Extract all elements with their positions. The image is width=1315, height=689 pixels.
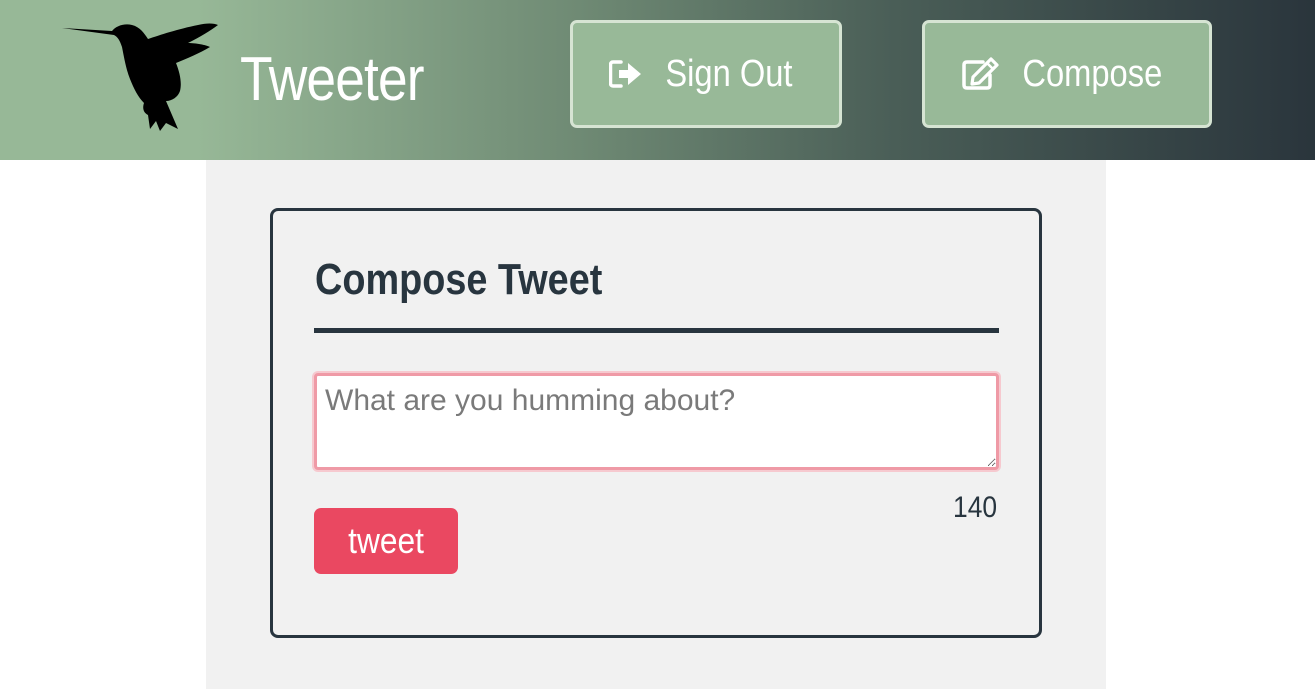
edit-icon: [961, 57, 999, 91]
page: Tweeter Sign Out Compose Compose Tweet W…: [0, 0, 1315, 689]
tweet-submit-button[interactable]: tweet: [314, 508, 458, 574]
sign-out-icon: [609, 59, 643, 89]
compose-tweet-form: Compose Tweet tweet 140: [270, 208, 1042, 638]
sign-out-label: Sign Out: [665, 52, 793, 95]
character-counter: 140: [952, 491, 997, 524]
hummingbird-icon: [60, 17, 220, 133]
title-divider: [314, 328, 999, 333]
sign-out-button[interactable]: Sign Out: [570, 20, 842, 128]
brand-title: Tweeter: [240, 45, 425, 114]
compose-button[interactable]: Compose: [922, 20, 1212, 128]
tweet-textarea[interactable]: [314, 373, 999, 470]
tweet-submit-label: tweet: [348, 520, 424, 561]
main-container: Compose Tweet tweet 140: [206, 160, 1106, 689]
top-nav: Tweeter Sign Out Compose: [0, 0, 1315, 160]
compose-tweet-title: Compose Tweet: [315, 255, 603, 304]
compose-label: Compose: [1022, 52, 1162, 95]
